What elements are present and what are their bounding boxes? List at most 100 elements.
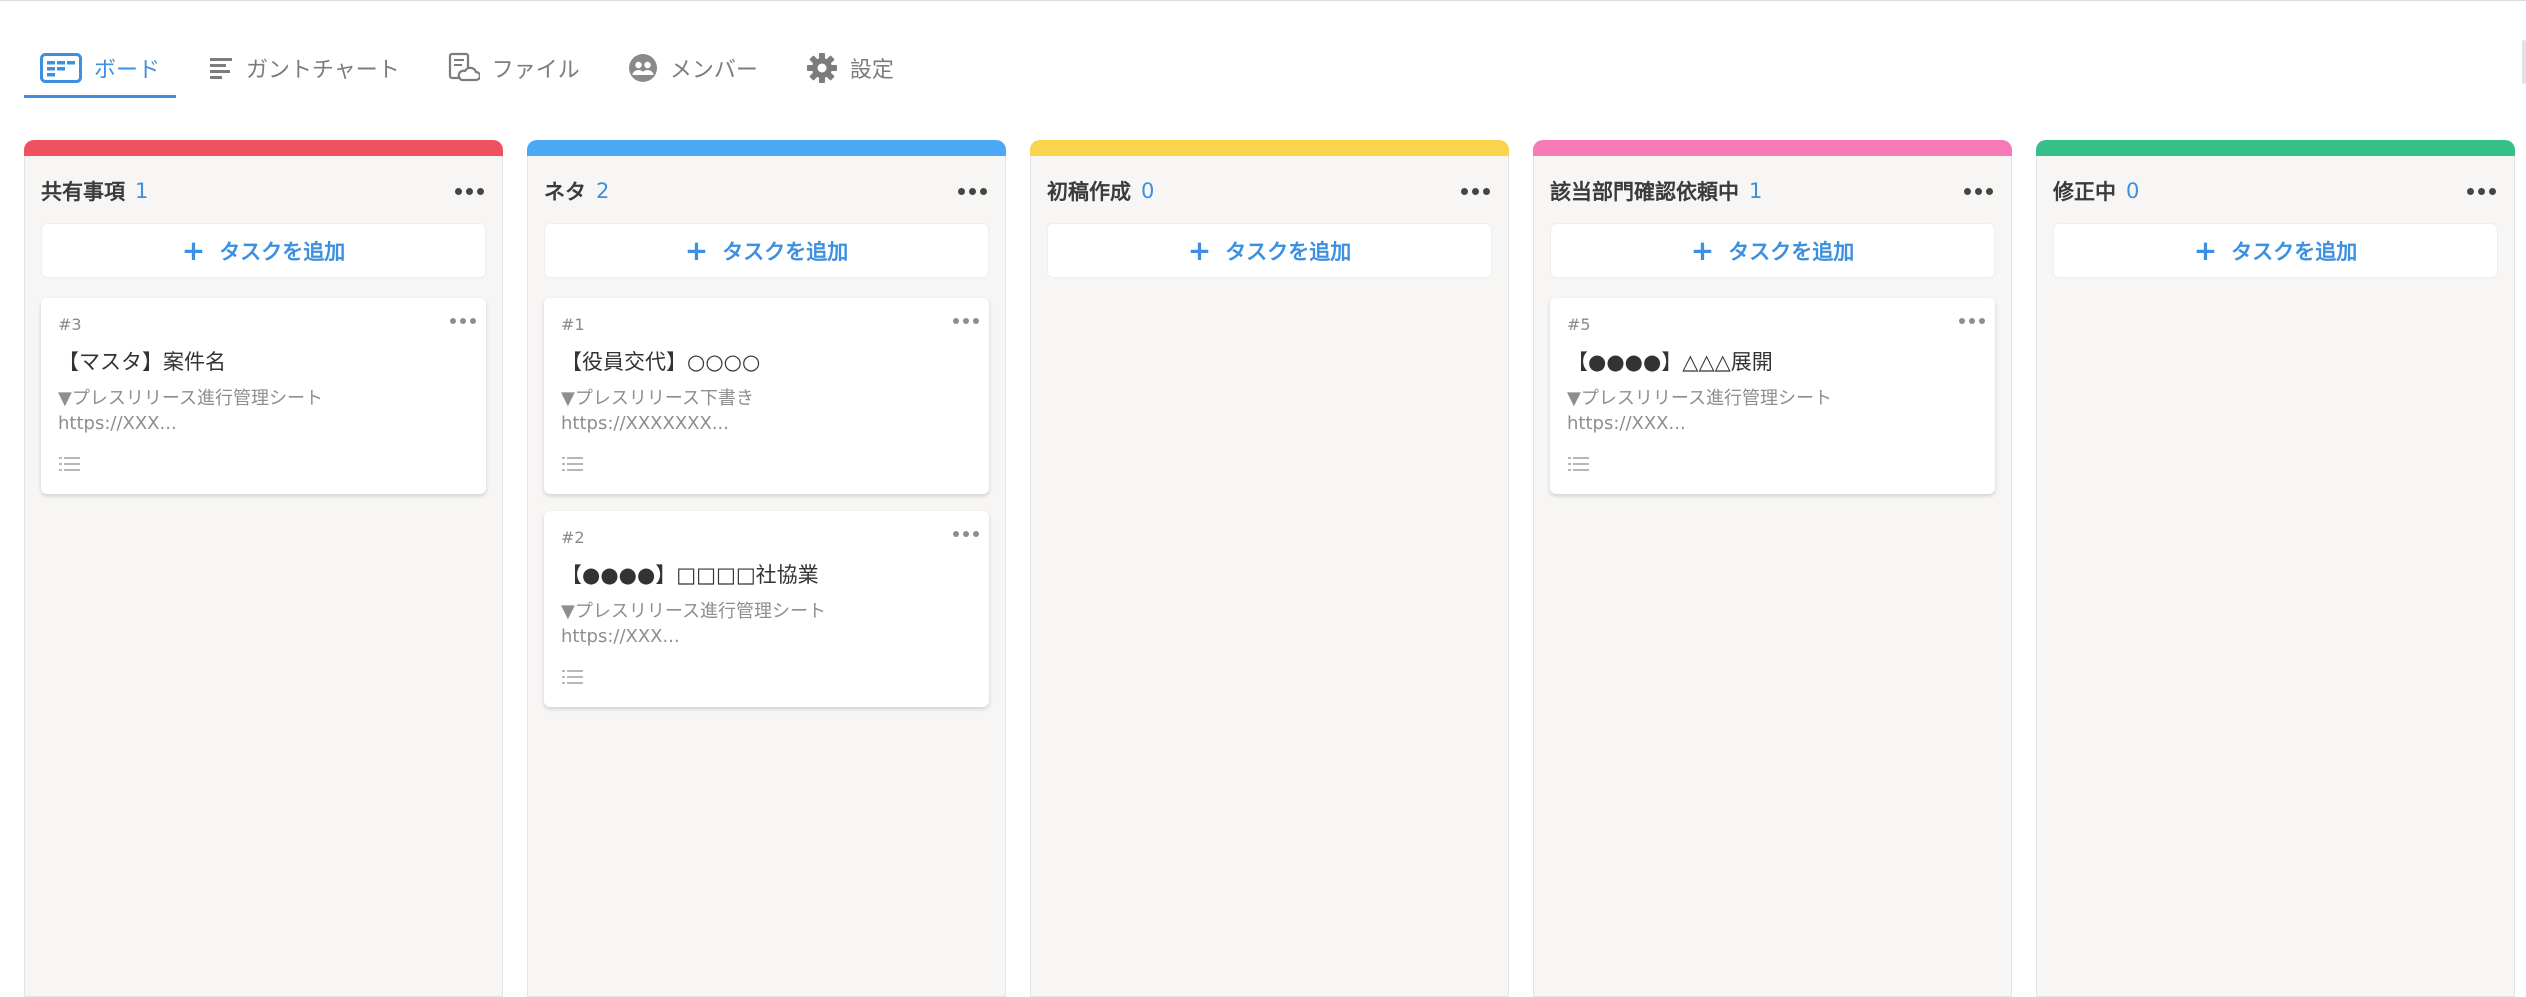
card-id: #3 xyxy=(58,315,82,334)
plus-icon: + xyxy=(181,233,206,267)
column-revising: 修正中 0 + タスクを追加 xyxy=(2036,140,2515,997)
column-title: 該当部門確認依頼中 xyxy=(1550,180,1739,204)
add-task-label: タスクを追加 xyxy=(2231,239,2358,264)
column-title: 初稿作成 xyxy=(1047,180,1131,204)
column-header: 修正中 0 xyxy=(2053,176,2498,206)
column-header: 共有事項 1 xyxy=(41,176,486,206)
card-description: ▼プレスリリース進行管理シート https://XXX... xyxy=(561,599,826,649)
card-menu-button[interactable] xyxy=(949,523,983,545)
add-task-button[interactable]: + タスクを追加 xyxy=(2053,223,2498,278)
task-card[interactable]: #5 【●●●●】△△△展開 ▼プレスリリース進行管理シート https://X… xyxy=(1550,298,1995,494)
card-description-line: ▼プレスリリース進行管理シート xyxy=(561,601,826,622)
column-color-bar xyxy=(24,140,503,156)
card-title: 【●●●●】□□□□社協業 xyxy=(561,563,819,587)
column-count: 2 xyxy=(596,179,610,203)
column-title: ネタ xyxy=(544,180,586,204)
checklist-icon xyxy=(1567,454,1591,478)
file-cloud-icon xyxy=(448,52,480,84)
add-task-button[interactable]: + タスクを追加 xyxy=(1047,223,1492,278)
column-title: 共有事項 xyxy=(41,180,125,204)
card-description: ▼プレスリリース下書き https://XXXXXXX... xyxy=(561,386,754,436)
column-menu-button[interactable] xyxy=(955,176,989,206)
add-task-button[interactable]: + タスクを追加 xyxy=(1550,223,1995,278)
column-menu-button[interactable] xyxy=(452,176,486,206)
task-card[interactable]: #2 【●●●●】□□□□社協業 ▼プレスリリース進行管理シート https:/… xyxy=(544,511,989,707)
card-description-line: https://XXX... xyxy=(561,626,680,647)
board-icon xyxy=(40,52,82,83)
card-id: #1 xyxy=(561,315,585,334)
tab-settings[interactable]: 設定 xyxy=(790,40,910,98)
column-color-bar xyxy=(527,140,1006,156)
tab-gantt[interactable]: ガントチャート xyxy=(192,40,416,98)
card-description-line: https://XXX... xyxy=(58,413,177,434)
column-count: 1 xyxy=(1749,179,1763,203)
more-icon xyxy=(1460,187,1490,195)
add-task-label: タスクを追加 xyxy=(1225,239,1352,264)
checklist-icon xyxy=(561,454,585,478)
column-menu-button[interactable] xyxy=(2464,176,2498,206)
card-id: #5 xyxy=(1567,315,1591,334)
column-count: 0 xyxy=(2126,179,2140,203)
column-shared: 共有事項 1 + タスクを追加 #3 【マスタ】案件名 ▼プレスリリース進行管理… xyxy=(24,140,503,997)
members-icon xyxy=(628,53,658,83)
card-menu-button[interactable] xyxy=(446,310,480,332)
more-icon xyxy=(957,187,987,195)
column-header: 該当部門確認依頼中 1 xyxy=(1550,176,1995,206)
tab-members[interactable]: メンバー xyxy=(612,40,774,98)
column-header: 初稿作成 0 xyxy=(1047,176,1492,206)
tab-board-label: ボード xyxy=(94,57,161,83)
column-color-bar xyxy=(1030,140,1509,156)
tab-settings-label: 設定 xyxy=(849,57,894,83)
task-card[interactable]: #1 【役員交代】○○○○ ▼プレスリリース下書き https://XXXXXX… xyxy=(544,298,989,494)
card-description-line: ▼プレスリリース進行管理シート xyxy=(58,388,323,409)
card-title: 【役員交代】○○○○ xyxy=(561,350,761,374)
card-menu-button[interactable] xyxy=(949,310,983,332)
column-menu-button[interactable] xyxy=(1458,176,1492,206)
plus-icon: + xyxy=(684,233,709,267)
add-task-label: タスクを追加 xyxy=(1728,239,1855,264)
plus-icon: + xyxy=(1690,233,1715,267)
card-description: ▼プレスリリース進行管理シート https://XXX... xyxy=(58,386,323,436)
more-icon xyxy=(1959,318,1985,324)
tab-members-label: メンバー xyxy=(669,57,758,83)
gantt-icon xyxy=(208,55,234,81)
column-color-bar xyxy=(2036,140,2515,156)
gear-icon xyxy=(806,52,838,84)
checklist-icon xyxy=(58,454,82,478)
add-task-label: タスクを追加 xyxy=(219,239,346,264)
card-description: ▼プレスリリース進行管理シート https://XXX... xyxy=(1567,386,1832,436)
column-count: 0 xyxy=(1141,179,1155,203)
task-card[interactable]: #3 【マスタ】案件名 ▼プレスリリース進行管理シート https://XXX.… xyxy=(41,298,486,494)
column-header: ネタ 2 xyxy=(544,176,989,206)
more-icon xyxy=(2466,187,2496,195)
column-count: 1 xyxy=(135,179,149,203)
card-description-line: https://XXX... xyxy=(1567,413,1686,434)
column-first-draft: 初稿作成 0 + タスクを追加 xyxy=(1030,140,1509,997)
column-menu-button[interactable] xyxy=(1961,176,1995,206)
more-icon xyxy=(953,531,979,537)
column-color-bar xyxy=(1533,140,2012,156)
card-id: #2 xyxy=(561,528,585,547)
kanban-board: 共有事項 1 + タスクを追加 #3 【マスタ】案件名 ▼プレスリリース進行管理… xyxy=(24,140,2515,997)
card-menu-button[interactable] xyxy=(1955,310,1989,332)
tab-board[interactable]: ボード xyxy=(24,40,177,98)
tab-files-label: ファイル xyxy=(491,57,580,83)
more-icon xyxy=(953,318,979,324)
add-task-label: タスクを追加 xyxy=(722,239,849,264)
tab-gantt-label: ガントチャート xyxy=(246,57,400,83)
card-title: 【マスタ】案件名 xyxy=(58,350,226,374)
more-icon xyxy=(450,318,476,324)
top-divider xyxy=(0,0,2526,1)
project-tabs: ボード ガントチャート ファイル メンバー 設定 xyxy=(24,40,926,100)
column-title: 修正中 xyxy=(2053,180,2116,204)
column-dept-review: 該当部門確認依頼中 1 + タスクを追加 #5 【●●●●】△△△展開 ▼プレス… xyxy=(1533,140,2012,997)
add-task-button[interactable]: + タスクを追加 xyxy=(41,223,486,278)
card-title: 【●●●●】△△△展開 xyxy=(1567,350,1773,374)
checklist-icon xyxy=(561,667,585,691)
more-icon xyxy=(1963,187,1993,195)
card-description-line: ▼プレスリリース下書き xyxy=(561,388,754,409)
tab-files[interactable]: ファイル xyxy=(432,40,596,98)
more-icon xyxy=(454,187,484,195)
scrollbar[interactable] xyxy=(2522,40,2526,84)
add-task-button[interactable]: + タスクを追加 xyxy=(544,223,989,278)
